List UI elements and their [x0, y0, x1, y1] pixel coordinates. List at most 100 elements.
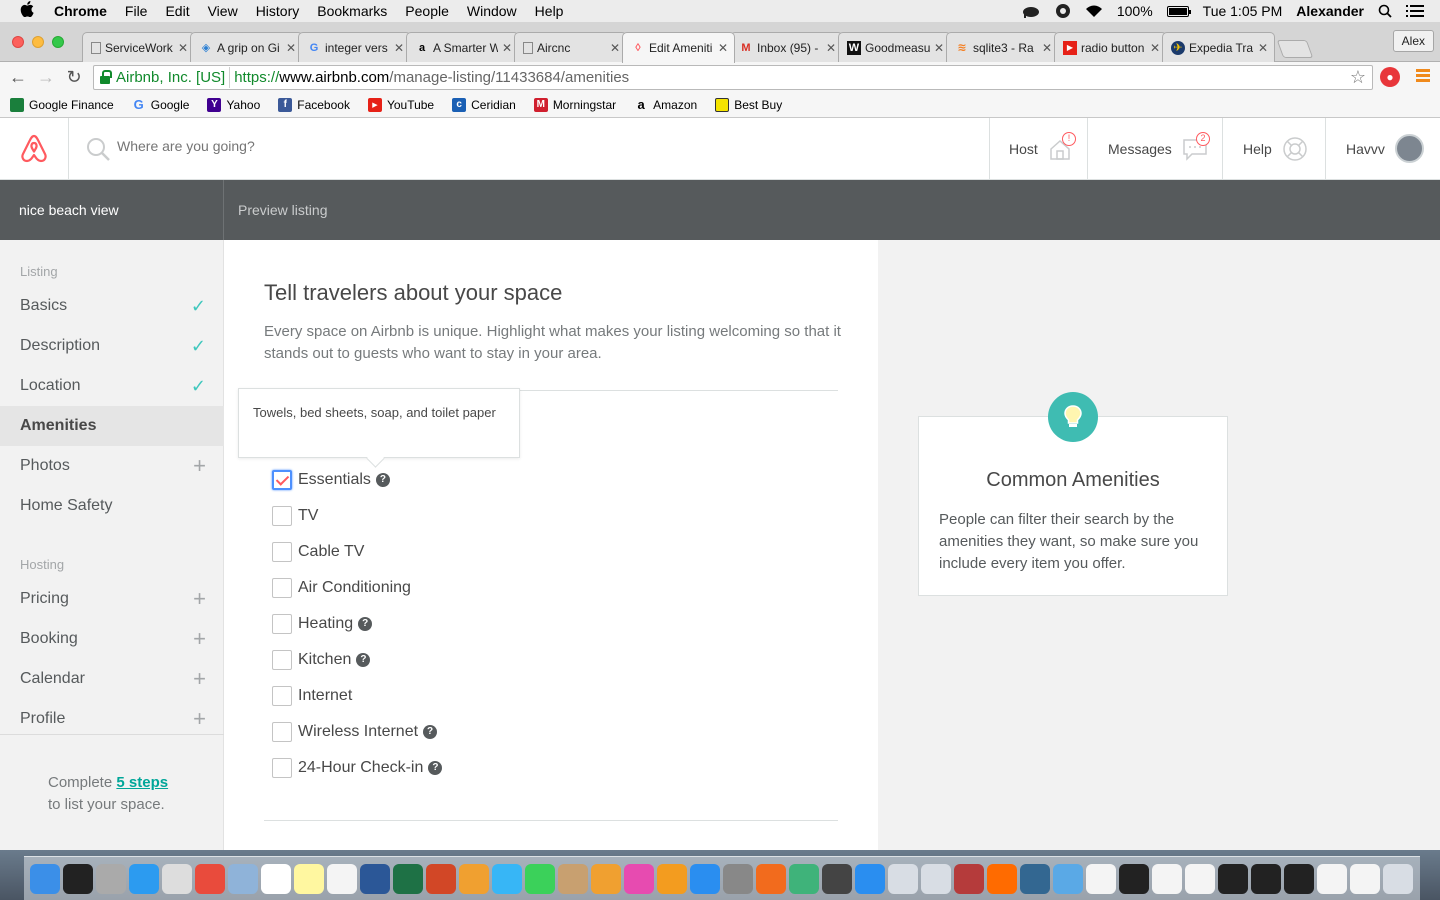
- messages-menu-button[interactable]: Messages 2: [1087, 118, 1223, 179]
- amenity-checkbox[interactable]: [272, 578, 292, 598]
- preview-dock-icon[interactable]: [228, 863, 258, 894]
- safari-dock-icon[interactable]: [129, 863, 159, 894]
- sidebar-item-profile[interactable]: Profile +: [0, 699, 224, 739]
- amenity-checkbox[interactable]: [272, 686, 292, 706]
- question-mark-icon[interactable]: ?: [423, 725, 438, 739]
- atom-dock-icon[interactable]: [789, 863, 819, 894]
- browser-tab[interactable]: M Inbox (95) - ✕: [730, 32, 843, 62]
- photos-dock-icon[interactable]: [459, 863, 489, 894]
- amenity-internet[interactable]: Internet: [272, 684, 352, 708]
- menu-help[interactable]: Help: [535, 3, 564, 19]
- help-menu-button[interactable]: Help: [1222, 118, 1326, 179]
- sidebar-item-amenities[interactable]: Amenities: [0, 406, 224, 446]
- close-tab-icon[interactable]: ✕: [502, 41, 512, 55]
- new-tab-button[interactable]: [1276, 40, 1314, 58]
- notes-dock-icon[interactable]: [294, 863, 324, 894]
- close-tab-icon[interactable]: ✕: [1258, 41, 1268, 55]
- extension-icon[interactable]: ●: [1380, 67, 1400, 87]
- close-tab-icon[interactable]: ✕: [826, 41, 836, 55]
- back-arrow-icon[interactable]: ←: [8, 67, 28, 88]
- browser-tab-active[interactable]: ◊ Edit Ameniti ✕: [622, 32, 735, 63]
- sidebar-item-booking[interactable]: Booking +: [0, 619, 224, 659]
- clock[interactable]: Tue 1:05 PM: [1203, 3, 1283, 19]
- bookmark-google[interactable]: G Google: [132, 97, 190, 112]
- finder-dock-icon[interactable]: [30, 863, 60, 894]
- browser-tab[interactable]: Aircnc ✕: [514, 32, 627, 62]
- close-tab-icon[interactable]: ✕: [1150, 41, 1160, 55]
- amenity-checkbox[interactable]: [272, 650, 292, 670]
- amenity-heating[interactable]: Heating?: [272, 612, 373, 636]
- notification-center-icon[interactable]: [1406, 4, 1424, 18]
- sidebar-item-description[interactable]: Description ✓: [0, 326, 224, 366]
- amenity-essentials[interactable]: Essentials?: [272, 468, 390, 492]
- amenity-tv[interactable]: TV: [272, 504, 318, 528]
- amenity-checkbox[interactable]: [272, 506, 292, 526]
- amenity-wireless-internet[interactable]: Wireless Internet?: [272, 720, 438, 744]
- doc-dock-icon[interactable]: [1086, 863, 1116, 894]
- location-search-input[interactable]: [117, 138, 517, 154]
- amenity-24-hour-check-in[interactable]: 24-Hour Check-in?: [272, 756, 443, 780]
- address-bar[interactable]: Airbnb, Inc. [US] https://www.airbnb.com…: [93, 65, 1373, 90]
- browser-tab[interactable]: ▶ radio button ✕: [1054, 32, 1167, 62]
- textedit-dock-icon[interactable]: [327, 863, 357, 894]
- amenity-checkbox[interactable]: [272, 614, 292, 634]
- photos-dock-icon[interactable]: [591, 863, 621, 894]
- amenity-kitchen[interactable]: Kitchen?: [272, 648, 371, 672]
- steps-remaining-link[interactable]: 5 steps: [116, 774, 168, 791]
- bookmark-star-icon[interactable]: ☆: [1350, 67, 1366, 88]
- sidebar-item-calendar[interactable]: Calendar +: [0, 659, 224, 699]
- trash-dock-icon[interactable]: [1383, 863, 1413, 894]
- sidebar-item-home-safety[interactable]: Home Safety: [0, 486, 224, 526]
- calendar-dock-icon[interactable]: [261, 863, 291, 894]
- help-dock-icon[interactable]: [888, 863, 918, 894]
- sidebar-item-photos[interactable]: Photos +: [0, 446, 224, 486]
- amenity-checkbox[interactable]: [272, 758, 292, 778]
- close-tab-icon[interactable]: ✕: [934, 41, 944, 55]
- word-dock-icon[interactable]: [360, 863, 390, 894]
- bookmark-amazon[interactable]: a Amazon: [634, 97, 698, 112]
- spotlight-search-icon[interactable]: [1378, 4, 1392, 18]
- menu-people[interactable]: People: [405, 3, 449, 19]
- terminal-dock-icon[interactable]: [63, 863, 93, 894]
- menu-file[interactable]: File: [125, 3, 148, 19]
- terminal-dock-icon[interactable]: [1251, 863, 1281, 894]
- user-account-menu[interactable]: Alexander: [1296, 3, 1364, 19]
- app-store-dock-icon[interactable]: [690, 863, 720, 894]
- evernote-elephant-icon[interactable]: [1021, 4, 1041, 18]
- menu-view[interactable]: View: [208, 3, 238, 19]
- apple-menu-icon[interactable]: [20, 1, 38, 21]
- browser-tab[interactable]: ≋ sqlite3 - Ra ✕: [946, 32, 1059, 62]
- messages-dock-icon[interactable]: [492, 863, 522, 894]
- amenity-air-conditioning[interactable]: Air Conditioning: [272, 576, 411, 600]
- sublime-s-dock-icon[interactable]: [987, 863, 1017, 894]
- bookmark-yahoo[interactable]: Y Yahoo: [207, 97, 260, 112]
- powerpoint-dock-icon[interactable]: [426, 863, 456, 894]
- wifi-icon[interactable]: [1085, 4, 1103, 18]
- forward-arrow-icon[interactable]: →: [36, 67, 56, 88]
- zwift-dock-icon[interactable]: [756, 863, 786, 894]
- battery-icon[interactable]: [1166, 5, 1191, 17]
- browser-tab[interactable]: W Goodmeasu ✕: [838, 32, 951, 62]
- chrome-menu-icon[interactable]: [1416, 69, 1430, 84]
- itunes-dock-icon[interactable]: [624, 863, 654, 894]
- ev-certificate-badge[interactable]: Airbnb, Inc. [US]: [94, 67, 231, 88]
- browser-tab[interactable]: a A Smarter W ✕: [406, 32, 519, 62]
- amenity-checkbox[interactable]: [272, 470, 292, 490]
- sidebar-item-basics[interactable]: Basics ✓: [0, 286, 224, 326]
- menu-window[interactable]: Window: [467, 3, 517, 19]
- doc-dock-icon[interactable]: [1185, 863, 1215, 894]
- chrome-dock-icon[interactable]: [195, 863, 225, 894]
- browser-tab[interactable]: ServiceWork ✕: [82, 32, 195, 62]
- question-mark-icon[interactable]: ?: [428, 761, 443, 775]
- close-tab-icon[interactable]: ✕: [394, 41, 404, 55]
- close-tab-icon[interactable]: ✕: [1042, 41, 1052, 55]
- close-tab-icon[interactable]: ✕: [286, 41, 296, 55]
- host-menu-button[interactable]: Host !: [989, 118, 1088, 179]
- minimize-window-button[interactable]: [32, 36, 44, 48]
- close-tab-icon[interactable]: ✕: [718, 41, 728, 55]
- terminal-dock-icon[interactable]: [1218, 863, 1248, 894]
- dictionary-dock-icon[interactable]: [954, 863, 984, 894]
- question-mark-icon[interactable]: ?: [358, 617, 373, 631]
- close-tab-icon[interactable]: ✕: [610, 41, 620, 55]
- terminal-dock-icon[interactable]: [1284, 863, 1314, 894]
